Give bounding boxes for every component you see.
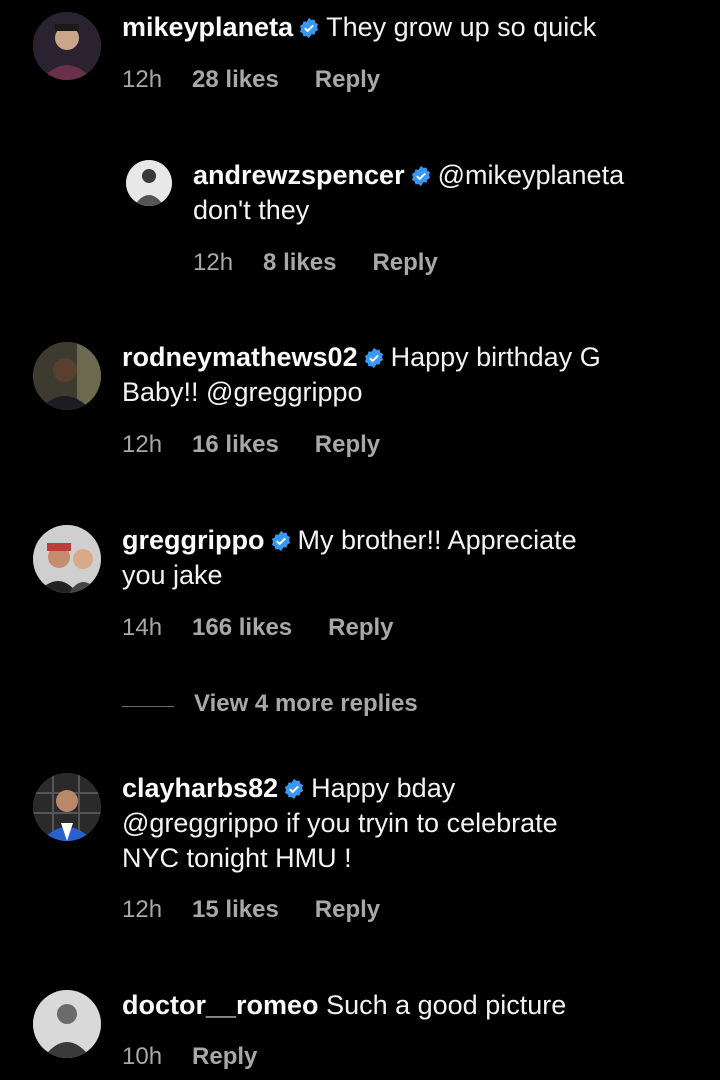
avatar[interactable] <box>33 990 101 1058</box>
avatar[interactable] <box>126 160 172 206</box>
comment-meta: 12h 8 likes Reply <box>193 249 474 277</box>
username[interactable]: mikeyplaneta <box>122 12 293 42</box>
comment-text: you jake <box>122 560 223 590</box>
username[interactable]: greggrippo <box>122 525 265 555</box>
reply-button[interactable]: Reply <box>315 431 380 458</box>
comment-text: They grow up so quick <box>326 12 597 42</box>
comment-text: My brother!! Appreciate <box>297 525 577 555</box>
likes-count[interactable]: 28 likes <box>192 66 279 93</box>
likes-count[interactable]: 8 likes <box>263 249 336 276</box>
view-more-replies-label[interactable]: View 4 more replies <box>194 690 418 718</box>
mention-link[interactable]: @mikeyplaneta <box>438 160 625 190</box>
comment-text: Baby!! @greggrippo <box>122 377 363 407</box>
timestamp: 12h <box>193 249 234 276</box>
comment-text: Such a good picture <box>326 990 567 1020</box>
verified-badge-icon <box>270 530 292 552</box>
likes-count[interactable]: 166 likes <box>192 614 292 641</box>
avatar[interactable] <box>33 773 101 841</box>
comment-text: Happy bday <box>311 773 456 803</box>
comment-meta: 14h 166 likes Reply <box>122 614 430 642</box>
timestamp: 12h <box>122 66 163 93</box>
timestamp: 12h <box>122 431 163 458</box>
comment-meta: 12h 28 likes Reply <box>122 66 416 94</box>
divider <box>122 706 174 707</box>
reply-button[interactable]: Reply <box>372 249 437 276</box>
likes-count[interactable]: 16 likes <box>192 431 279 458</box>
avatar[interactable] <box>33 342 101 410</box>
comment-meta: 12h 16 likes Reply <box>122 431 416 459</box>
likes-count[interactable]: 15 likes <box>192 896 279 923</box>
timestamp: 14h <box>122 614 163 641</box>
reply-button[interactable]: Reply <box>328 614 393 641</box>
verified-badge-icon <box>298 17 320 39</box>
avatar[interactable] <box>33 525 101 593</box>
reply-button[interactable]: Reply <box>315 66 380 93</box>
verified-badge-icon <box>283 778 305 800</box>
timestamp: 12h <box>122 896 163 923</box>
comment-text: @greggrippo if you tryin to celebrate <box>122 808 558 838</box>
comment-text: don't they <box>193 195 310 225</box>
username[interactable]: clayharbs82 <box>122 773 278 803</box>
username[interactable]: rodneymathews02 <box>122 342 358 372</box>
reply-button[interactable]: Reply <box>315 896 380 923</box>
username[interactable]: doctor__romeo <box>122 990 319 1020</box>
avatar[interactable] <box>33 12 101 80</box>
reply-button[interactable]: Reply <box>192 1043 257 1070</box>
verified-badge-icon <box>363 347 385 369</box>
comment-meta: 10h Reply <box>122 1043 293 1071</box>
comment-text: NYC tonight HMU ! <box>122 843 352 873</box>
comment-text: Happy birthday G <box>390 342 601 372</box>
username[interactable]: andrewzspencer <box>193 160 405 190</box>
comment-meta: 12h 15 likes Reply <box>122 896 416 924</box>
verified-badge-icon <box>410 165 432 187</box>
timestamp: 10h <box>122 1043 163 1070</box>
